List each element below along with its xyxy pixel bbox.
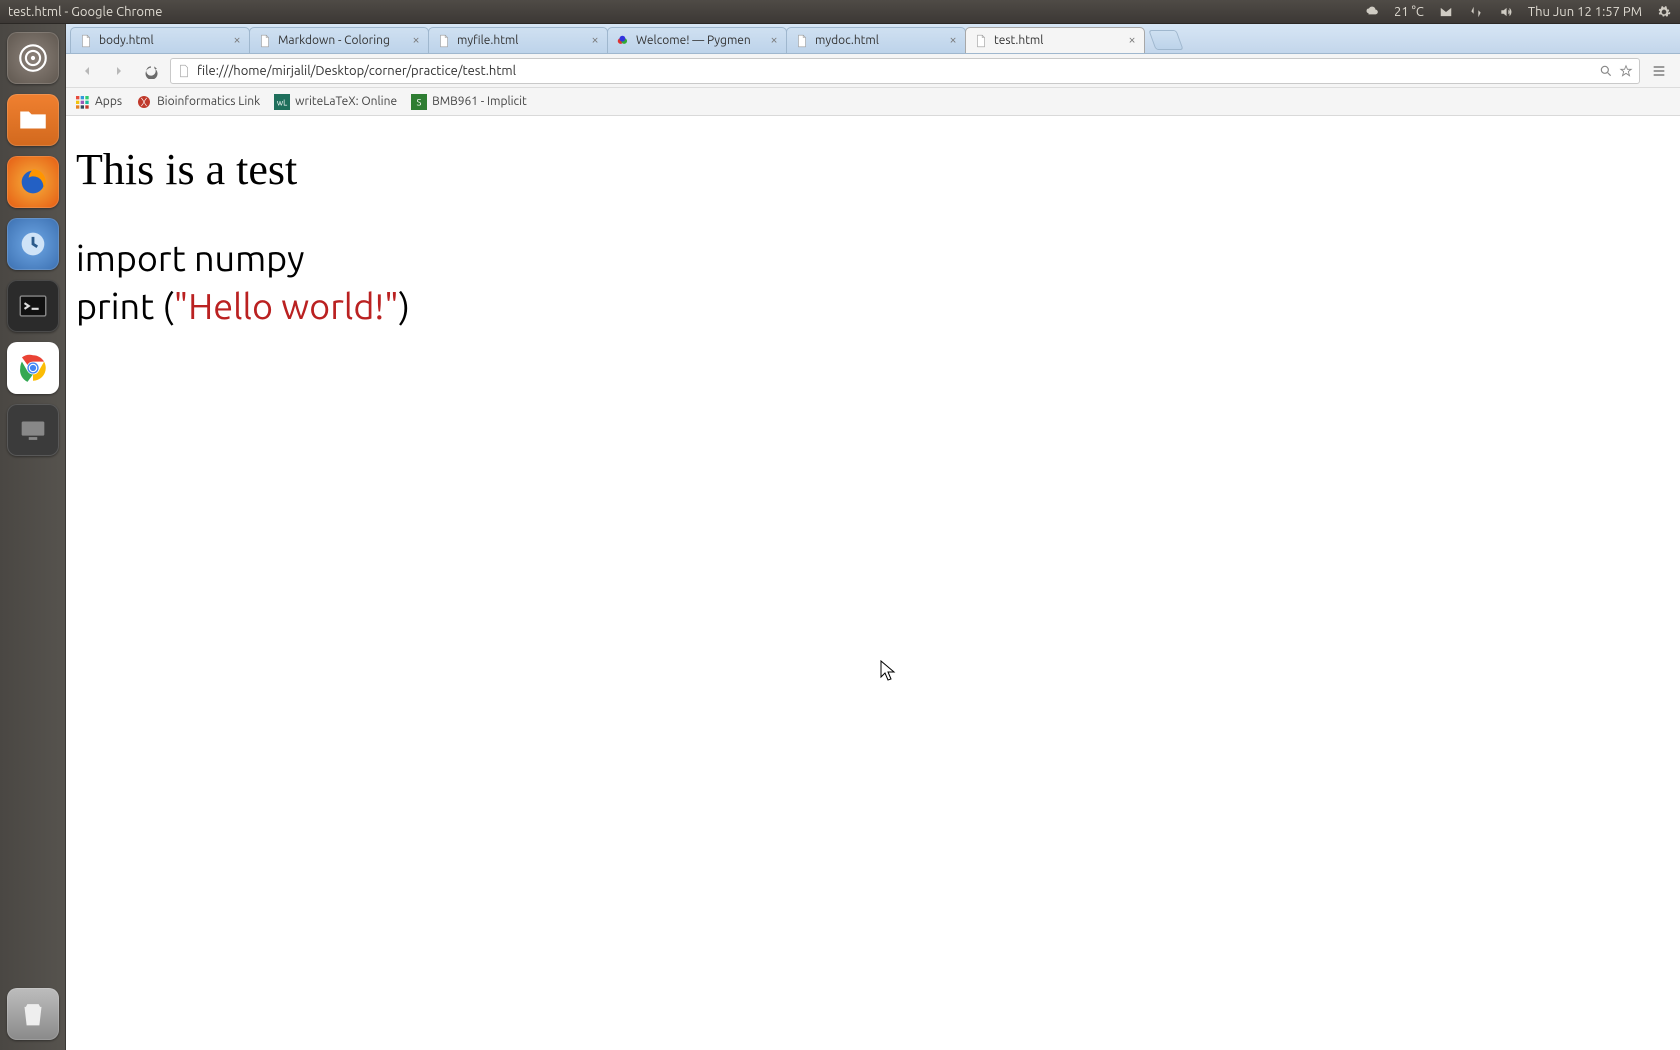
- bookmark-apps[interactable]: Apps: [74, 94, 122, 110]
- svg-text:wL: wL: [277, 98, 287, 107]
- tab-mydoc-html[interactable]: mydoc.html ×: [786, 27, 966, 53]
- file-icon: [177, 64, 191, 78]
- apps-icon: [74, 94, 90, 110]
- tab-test-html[interactable]: test.html ×: [965, 27, 1145, 53]
- tab-close-icon[interactable]: ×: [1126, 34, 1138, 46]
- chrome-window: body.html×Markdown - Coloring×myfile.htm…: [66, 24, 1680, 1050]
- tab-close-icon[interactable]: ×: [410, 34, 422, 46]
- tabstrip: body.html×Markdown - Coloring×myfile.htm…: [66, 24, 1680, 54]
- bookmark-label: Bioinformatics Link: [157, 95, 260, 108]
- bookmark-bioinformatics-link[interactable]: Bioinformatics Link: [136, 94, 260, 110]
- temperature-label: 21 °C: [1394, 5, 1424, 19]
- new-tab-button[interactable]: [1148, 30, 1183, 50]
- clock-label: Thu Jun 12 1:57 PM: [1528, 5, 1642, 19]
- back-button[interactable]: [74, 58, 100, 84]
- tab-body-html[interactable]: body.html ×: [70, 27, 250, 53]
- system-gear-icon[interactable]: [1656, 4, 1672, 20]
- tab-label: myfile.html: [457, 34, 518, 47]
- network-updown-icon[interactable]: [1468, 4, 1484, 20]
- launcher-dash[interactable]: [7, 32, 59, 84]
- system-menubar: test.html - Google Chrome 21 °C Thu Jun …: [0, 0, 1680, 24]
- launcher-trash[interactable]: [7, 988, 59, 1040]
- tab-label: body.html: [99, 34, 154, 47]
- window-title: test.html - Google Chrome: [8, 5, 162, 19]
- unity-launcher: [0, 24, 66, 1050]
- reload-button[interactable]: [138, 58, 164, 84]
- bio-icon: [136, 94, 152, 110]
- launcher-firefox[interactable]: [7, 156, 59, 208]
- bookmark-bmb961-implicit[interactable]: S BMB961 - Implicit: [411, 94, 527, 110]
- mail-icon[interactable]: [1438, 4, 1454, 20]
- wl-icon: wL: [274, 94, 290, 110]
- file-icon: [79, 34, 93, 48]
- tab-label: Welcome! — Pygmen: [636, 34, 751, 47]
- file-icon: [795, 34, 809, 48]
- tab-close-icon[interactable]: ×: [589, 34, 601, 46]
- browser-toolbar: file:///home/mirjalil/Desktop/corner/pra…: [66, 54, 1680, 88]
- forward-button[interactable]: [106, 58, 132, 84]
- chrome-menu-button[interactable]: [1646, 58, 1672, 84]
- s-icon: S: [411, 94, 427, 110]
- system-indicators: 21 °C Thu Jun 12 1:57 PM: [1364, 4, 1672, 20]
- pygments-icon: [616, 34, 630, 48]
- tab-myfile-html[interactable]: myfile.html ×: [428, 27, 608, 53]
- bookmark-writelatex-online[interactable]: wL writeLaTeX: Online: [274, 94, 397, 110]
- bookmarks-bar: Apps Bioinformatics Link wL writeLaTeX: Onl…: [66, 88, 1680, 116]
- code-string-token: "Hello world!": [174, 285, 399, 326]
- bookmark-label: Apps: [95, 95, 122, 108]
- launcher-settings[interactable]: [7, 218, 59, 270]
- code-block: import numpy print ("Hello world!"): [76, 235, 1670, 331]
- tab-label: Markdown - Coloring: [278, 34, 390, 47]
- tab-close-icon[interactable]: ×: [947, 34, 959, 46]
- tab-close-icon[interactable]: ×: [768, 34, 780, 46]
- launcher-display[interactable]: [7, 404, 59, 456]
- url-text: file:///home/mirjalil/Desktop/corner/pra…: [197, 64, 1593, 78]
- file-icon: [258, 34, 272, 48]
- file-icon: [974, 34, 988, 48]
- address-bar[interactable]: file:///home/mirjalil/Desktop/corner/pra…: [170, 58, 1640, 84]
- tab-markdown-coloring[interactable]: Markdown - Coloring ×: [249, 27, 429, 53]
- launcher-files[interactable]: [7, 94, 59, 146]
- bookmark-label: writeLaTeX: Online: [295, 95, 397, 108]
- code-token: print (: [76, 285, 174, 326]
- zoom-icon[interactable]: [1599, 64, 1613, 78]
- code-token: import numpy: [76, 237, 305, 278]
- volume-icon[interactable]: [1498, 4, 1514, 20]
- file-icon: [437, 34, 451, 48]
- tab-welcome-pygmen[interactable]: Welcome! — Pygmen ×: [607, 27, 787, 53]
- bookmark-label: BMB961 - Implicit: [432, 95, 527, 108]
- page-content: This is a test import numpy print ("Hell…: [66, 116, 1680, 1050]
- launcher-terminal[interactable]: [7, 280, 59, 332]
- tab-close-icon[interactable]: ×: [231, 34, 243, 46]
- tab-label: mydoc.html: [815, 34, 879, 47]
- page-heading: This is a test: [76, 144, 1670, 195]
- tab-label: test.html: [994, 34, 1043, 47]
- launcher-chrome[interactable]: [7, 342, 59, 394]
- svg-text:S: S: [417, 96, 422, 107]
- code-token: ): [399, 285, 410, 326]
- bookmark-star-icon[interactable]: [1619, 64, 1633, 78]
- weather-icon[interactable]: [1364, 4, 1380, 20]
